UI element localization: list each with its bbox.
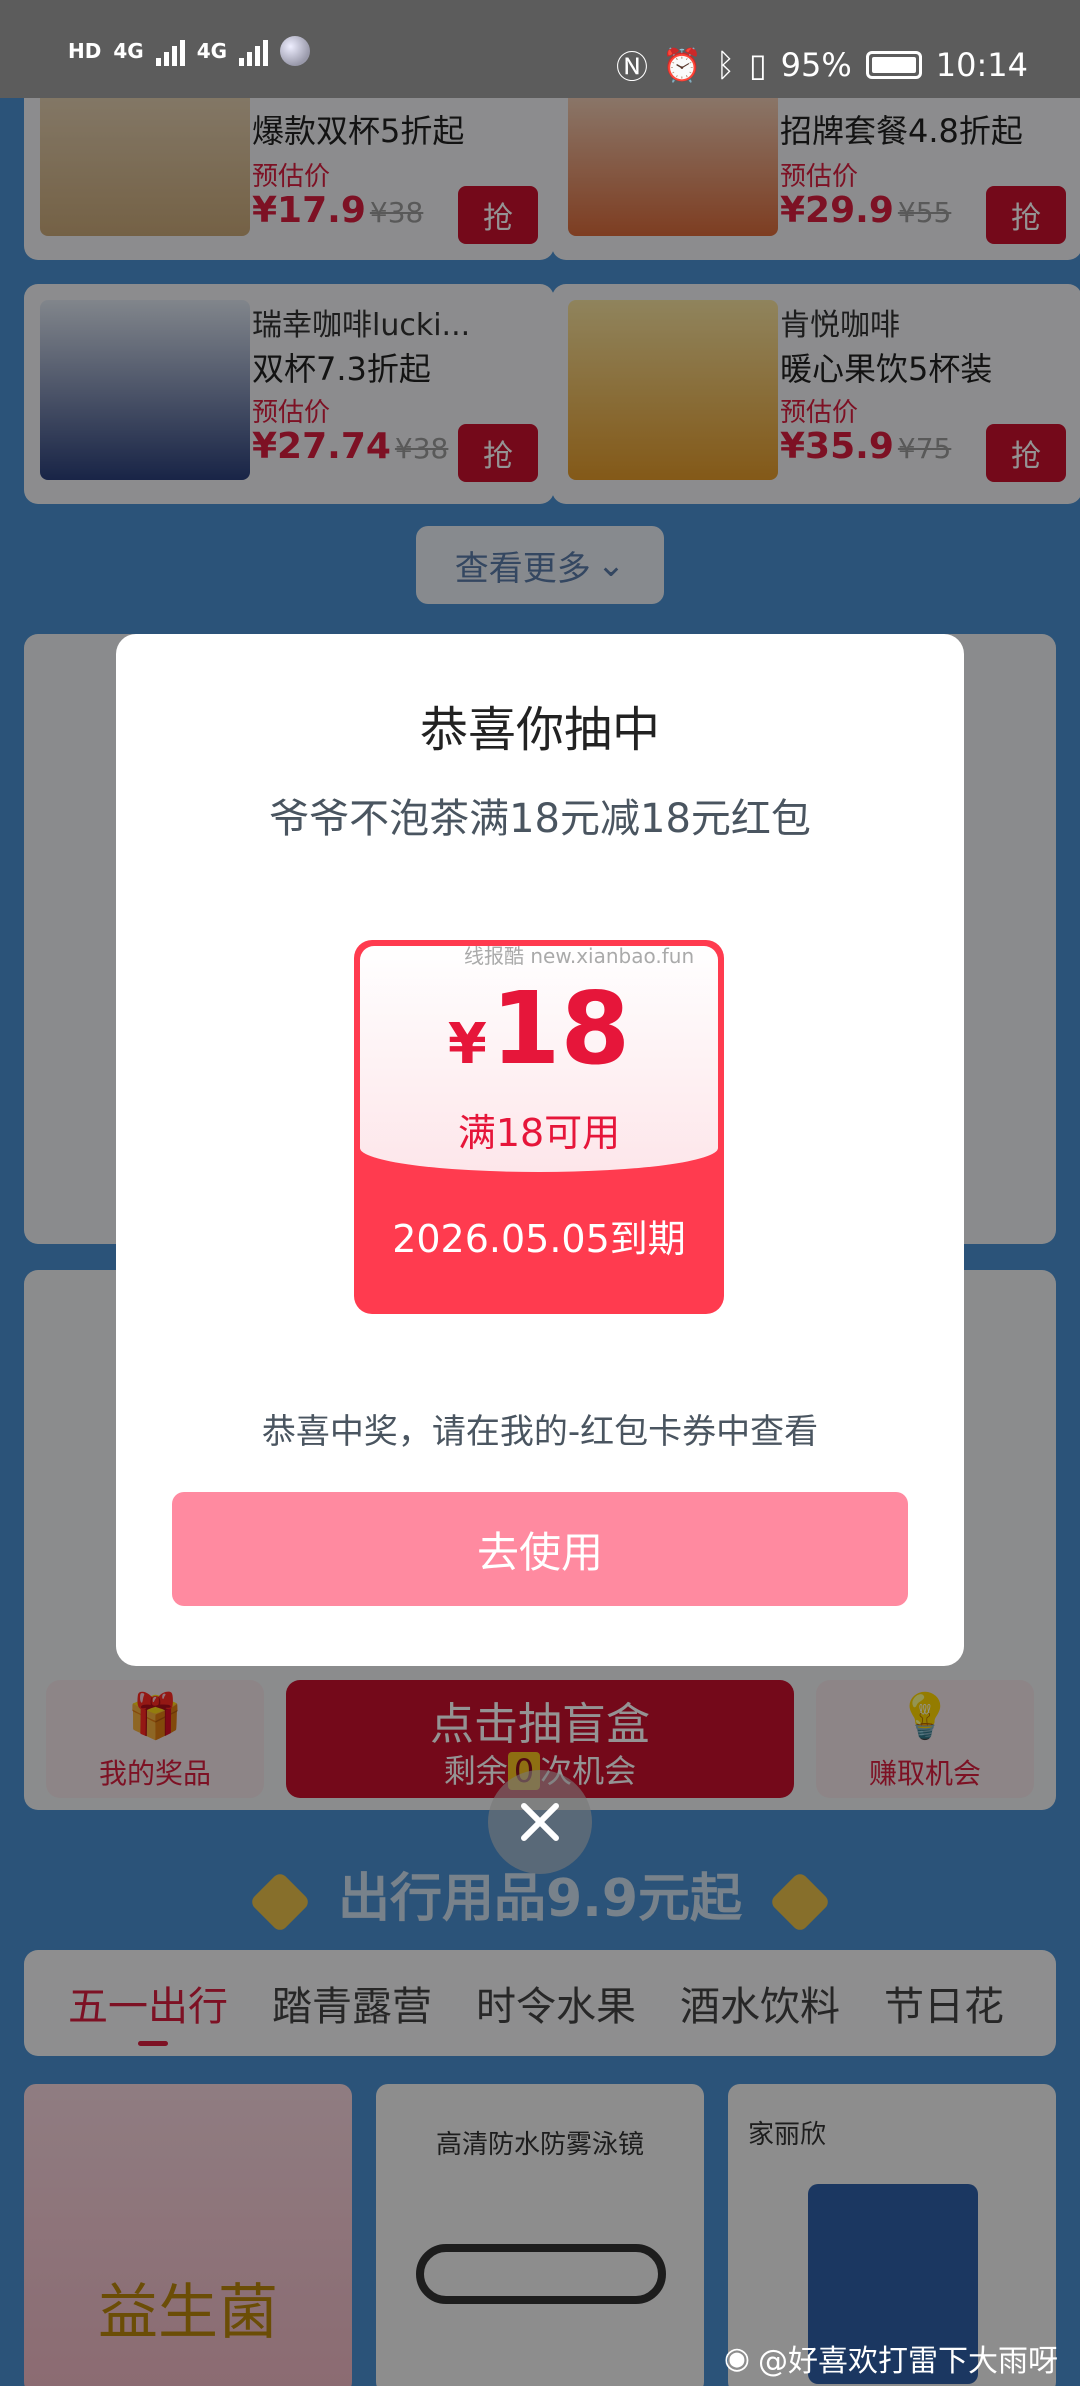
- battery-percent: 95%: [780, 46, 852, 84]
- coupon-watermark: 线报酷 new.xianbao.fun: [464, 944, 695, 968]
- use-button[interactable]: 去使用: [172, 1492, 908, 1606]
- clock: 10:14: [935, 46, 1028, 84]
- status-bar: HD 4G 4G Ⓝ ⏰ ᛒ ▯ 95% 10:14: [0, 0, 1080, 98]
- close-button[interactable]: [488, 1770, 592, 1874]
- coupon-card: 线报酷 new.xianbao.fun ¥18 满18可用 2026.05.05…: [354, 940, 724, 1314]
- dialog-title: 恭喜你抽中: [419, 702, 660, 758]
- prize-dialog: 恭喜你抽中 爷爷不泡茶满18元减18元红包 线报酷 new.xianbao.fu…: [116, 634, 964, 1666]
- coupon-condition: 满18可用: [457, 1111, 621, 1155]
- vibrate-icon: ▯: [749, 46, 767, 84]
- status-right: Ⓝ ⏰ ᛒ ▯ 95% 10:14: [616, 42, 1028, 88]
- signal-icon: [155, 36, 185, 66]
- hd-indicator: HD: [68, 39, 102, 63]
- bluetooth-icon: ᛒ: [715, 46, 736, 84]
- dialog-note: 恭喜中奖，请在我的-红包卡券中查看: [261, 1412, 819, 1452]
- coupon-amount: ¥18: [447, 970, 631, 1087]
- battery-icon: [865, 51, 922, 79]
- network-type-2: 4G: [196, 39, 228, 63]
- close-icon: [521, 1803, 559, 1841]
- weibo-watermark: ◉ @好喜欢打雷下大雨呀: [724, 2336, 1058, 2380]
- alarm-icon: ⏰: [662, 46, 702, 84]
- nfc-icon: Ⓝ: [615, 48, 648, 86]
- coupon-expiry: 2026.05.05到期: [392, 1217, 686, 1261]
- weibo-icon: ◉: [723, 2340, 750, 2376]
- network-type: 4G: [113, 39, 144, 63]
- status-left: HD 4G 4G: [68, 36, 311, 66]
- dialog-subtitle: 爷爷不泡茶满18元减18元红包: [269, 796, 811, 842]
- watermark-text: @好喜欢打雷下大雨呀: [758, 2344, 1058, 2379]
- signal-icon-2: [239, 36, 269, 66]
- app-icon: [280, 36, 311, 66]
